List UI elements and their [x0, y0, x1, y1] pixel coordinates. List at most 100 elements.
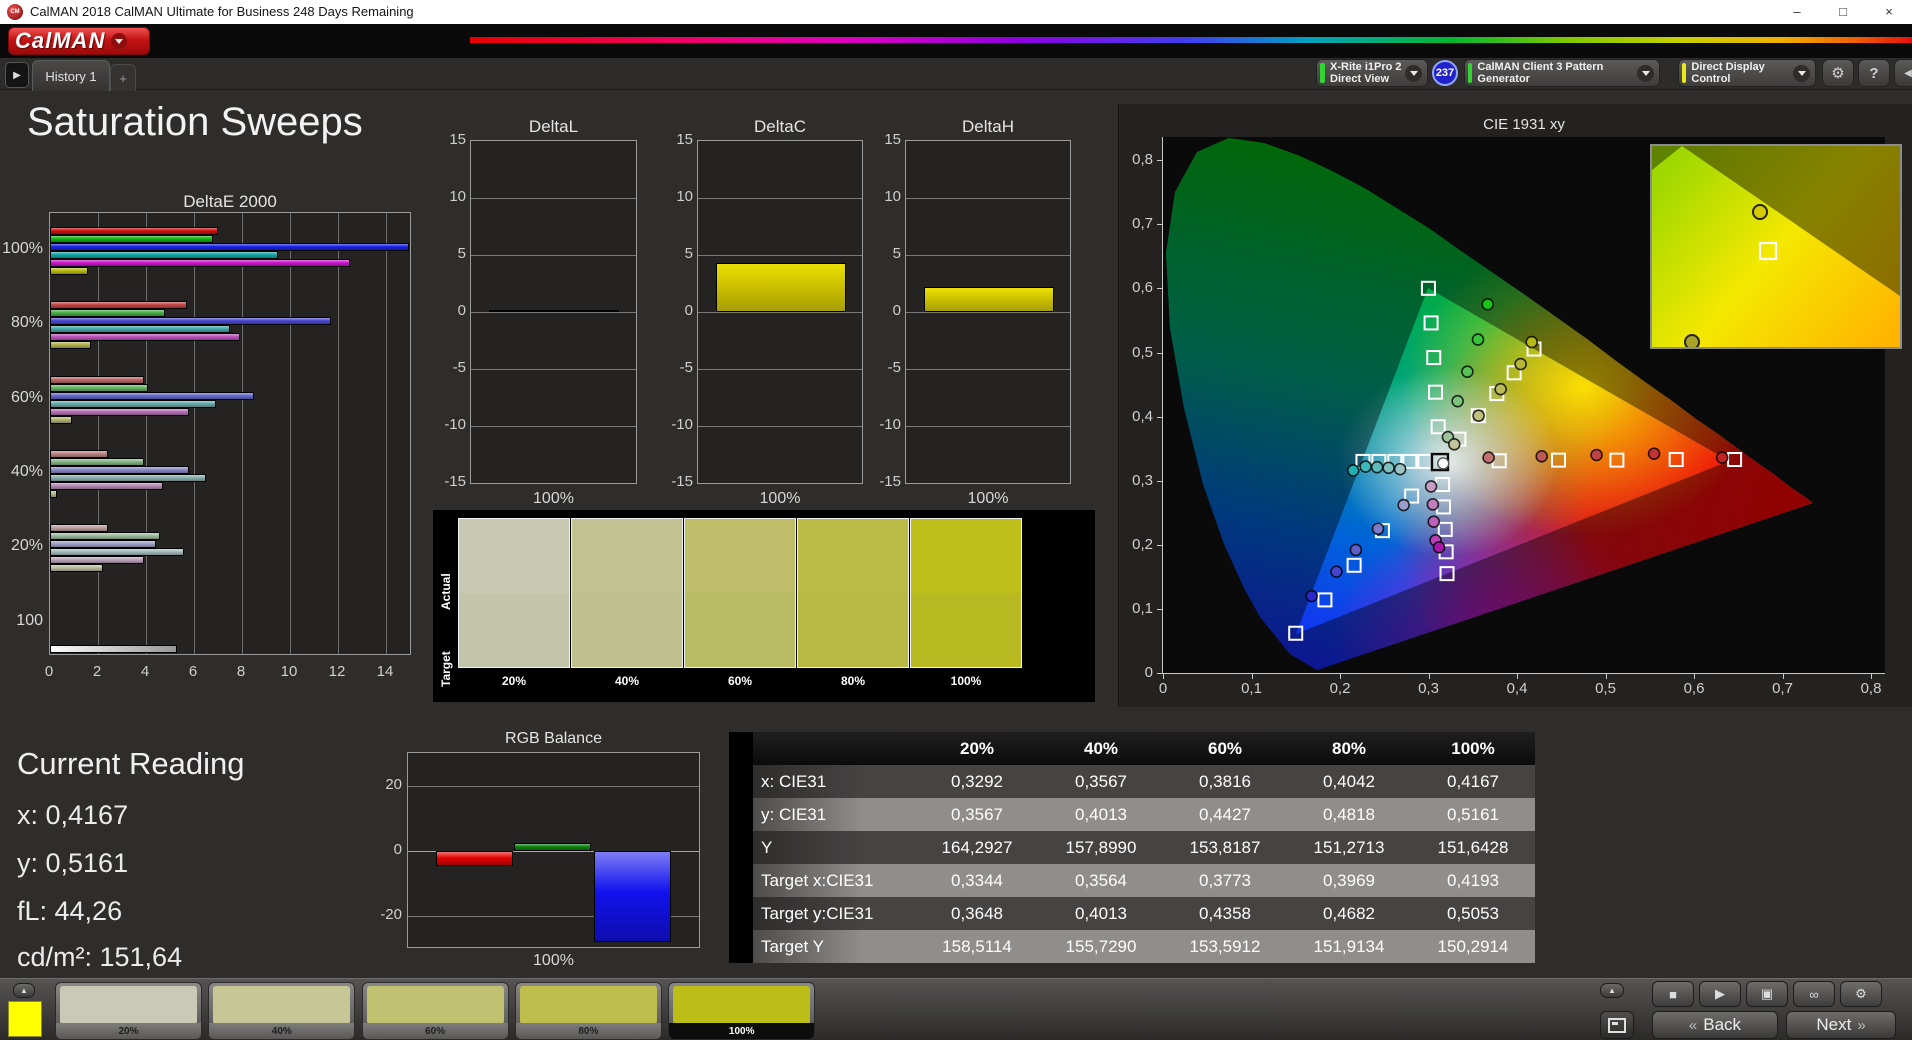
deltah-x-label: 100% [905, 490, 1071, 508]
deltae-x-tick: 6 [179, 663, 207, 680]
transport-snapshot-button[interactable]: ▣ [1746, 981, 1788, 1007]
deltae-group-label: 40% [0, 463, 43, 481]
table-cell: 157,8990 [1039, 831, 1163, 864]
help-button[interactable]: ? [1858, 59, 1890, 87]
transport-play-button[interactable]: ▶ [1699, 981, 1741, 1007]
deltal-y-axis: 151050-5-10-15 [428, 140, 466, 484]
settings-button[interactable]: ⚙ [1822, 59, 1854, 87]
pattern-swatch-button[interactable]: 100% [668, 982, 815, 1040]
display-control-dropdown[interactable]: Direct Display Control [1678, 59, 1816, 87]
table-cell: 0,3648 [915, 897, 1039, 930]
back-button[interactable]: « Back [1652, 1011, 1778, 1039]
deltae-group-label: 20% [0, 537, 43, 555]
deltae-bar [50, 540, 156, 548]
cie-measured-circle [1434, 542, 1445, 553]
cie-x-tick: 0,7 [1767, 680, 1799, 697]
deltae-bar [50, 243, 409, 251]
display-control-label: Direct Display Control [1691, 61, 1793, 85]
pattern-window-button[interactable] [1600, 1011, 1634, 1039]
pattern-swatch-button[interactable]: 40% [208, 982, 355, 1040]
cie-y-tick: 0,1 [1119, 600, 1153, 617]
table-cell: 151,9134 [1287, 930, 1411, 963]
meter-count-badge[interactable]: 237 [1432, 60, 1458, 86]
meter-dropdown[interactable]: X-Rite i1Pro 2 Direct View [1316, 59, 1428, 87]
cie-measured-circle [1331, 566, 1342, 577]
swatch-target [798, 593, 908, 667]
tab-history-1[interactable]: History 1 [32, 60, 110, 91]
close-button[interactable]: × [1866, 0, 1912, 24]
delta-y-tick: 5 [863, 245, 901, 262]
transport-pattern-settings-button[interactable]: ⚙ [1840, 981, 1882, 1007]
delta-y-tick: -15 [428, 473, 466, 490]
table-row: Target x:CIE310,33440,35640,37730,39690,… [753, 864, 1535, 897]
table-cell: 0,4427 [1163, 798, 1287, 831]
delta-y-tick: 15 [863, 131, 901, 148]
current-reading-x: x: 0,4167 [17, 800, 128, 831]
saturation-swatch [458, 518, 570, 668]
calman-logo-menu[interactable]: CalMAN [8, 27, 150, 55]
deltae-bar [50, 548, 184, 556]
cie-tick-mark [1429, 674, 1430, 679]
table-row-label: Target y:CIE31 [753, 897, 915, 930]
minimize-button[interactable]: – [1774, 0, 1820, 24]
pattern-swatch-label: 80% [516, 1023, 661, 1039]
pattern-swatch-button[interactable]: 80% [515, 982, 662, 1040]
maximize-button[interactable]: □ [1820, 0, 1866, 24]
delta-y-tick: 0 [863, 302, 901, 319]
target-row-label: Target [439, 594, 455, 744]
next-button[interactable]: Next » [1786, 1011, 1896, 1039]
pattern-swatch-button[interactable]: 60% [362, 982, 509, 1040]
rainbow-strip [470, 37, 1912, 43]
cie-y-tick: 0,6 [1119, 279, 1153, 296]
pattern-swatch-button[interactable]: 20% [55, 982, 202, 1040]
deltae-bar [50, 645, 177, 653]
transport-stop-button[interactable]: ■ [1652, 981, 1694, 1007]
tab-scroll-button[interactable]: ▶ [5, 62, 29, 88]
deltae-bar [50, 532, 160, 540]
table-cell: 153,8187 [1163, 831, 1287, 864]
cie-measured-circle [1398, 500, 1409, 511]
deltae-x-tick: 4 [131, 663, 159, 680]
rgb-y-tick: -20 [360, 906, 402, 923]
cie-whitepoint-circle [1438, 458, 1449, 469]
table-cell: 0,4042 [1287, 765, 1411, 798]
transport-continuous-button[interactable]: ∞ [1793, 981, 1835, 1007]
deltae-group-label: 100% [0, 240, 43, 258]
display-status-accent [1682, 63, 1686, 83]
cie-tick-mark [1517, 674, 1518, 679]
scroll-up-button-right[interactable]: ▲ [1600, 983, 1624, 998]
cie-measured-circle [1360, 461, 1371, 472]
deltae-bar [50, 416, 72, 424]
cie-tick-mark [1157, 545, 1162, 546]
table-row-label: x: CIE31 [753, 765, 915, 798]
delta-gridline [698, 255, 862, 256]
scroll-up-button-left[interactable]: ▲ [13, 983, 35, 998]
stop-icon: ■ [1669, 987, 1677, 1002]
delta-y-tick: -15 [863, 473, 901, 490]
cie-measured-circle [1591, 450, 1602, 461]
current-pattern-swatch[interactable] [8, 1001, 42, 1037]
arrow-up-icon: ▲ [20, 986, 28, 995]
cie-y-tick: 0,5 [1119, 344, 1153, 361]
deltae-x-tick: 12 [323, 663, 351, 680]
pattern-generator-dropdown[interactable]: CalMAN Client 3 Pattern Generator [1464, 59, 1660, 87]
cie-measured-circle [1426, 481, 1437, 492]
table-column-header: 40% [1039, 732, 1163, 765]
cie-x-tick: 0,8 [1855, 680, 1887, 697]
window-title: CalMAN 2018 CalMAN Ultimate for Business… [30, 4, 414, 19]
saturation-swatch [910, 518, 1022, 668]
add-tab-button[interactable]: + [110, 64, 136, 91]
collapse-panel-button[interactable]: ◀ [1894, 59, 1912, 87]
cie-measured-circle [1649, 448, 1660, 459]
table-cell: 0,4167 [1411, 765, 1535, 798]
rgb-bar [436, 851, 513, 866]
calman-window: CM CalMAN 2018 CalMAN Ultimate for Busin… [0, 0, 1912, 1040]
delta-y-tick: -15 [655, 473, 693, 490]
table-row-label: y: CIE31 [753, 798, 915, 831]
cie-zoom-inset [1650, 144, 1902, 349]
deltac-y-axis: 151050-5-10-15 [655, 140, 693, 484]
rgb-bar [514, 843, 591, 851]
chevron-down-icon [1793, 65, 1810, 82]
cie-tick-mark [1157, 673, 1162, 674]
current-reading-cdm2: cd/m²: 151,64 [17, 942, 182, 973]
